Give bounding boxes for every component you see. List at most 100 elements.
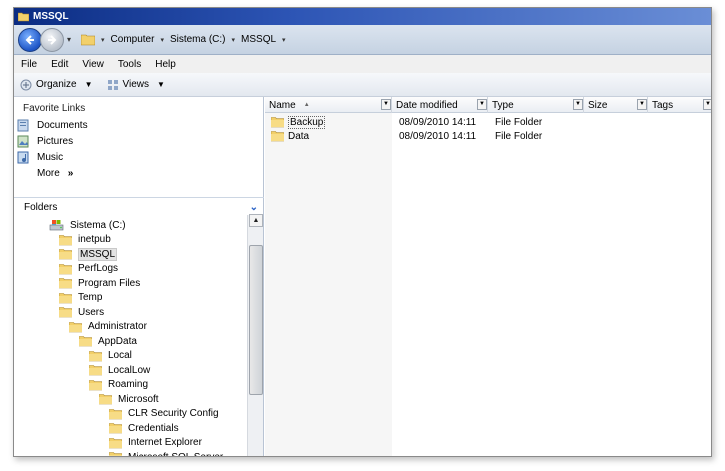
back-button[interactable] [18,27,42,52]
organize-icon [20,79,32,91]
folder-icon [109,408,122,420]
menu-file[interactable]: File [14,59,44,70]
forward-button[interactable] [40,27,64,52]
menu-bar: File Edit View Tools Help [14,55,711,73]
tree-item-label: Roaming [108,379,149,390]
tree-item[interactable]: Program Files [59,276,140,290]
chevron-down-icon[interactable]: ▼ [637,99,647,110]
folder-icon [59,263,72,275]
folder-icon [59,292,72,304]
chevron-down-icon[interactable]: ▼ [703,99,711,110]
chevron-down-icon[interactable]: ▾ [101,36,105,44]
tree-item[interactable]: Roaming [89,378,148,392]
tree-item[interactable]: Microsoft SQL Server [109,450,224,457]
tree-item[interactable]: CLR Security Config [109,407,219,421]
crumb-drive[interactable]: Sistema (C:) [170,34,226,45]
column-tags[interactable]: Tags ▼ [648,97,711,113]
explorer-window: MSSQL ▾ ▾ Computer ▾ Sistema (C:) ▾ MSSQ… [13,7,712,457]
tree-item[interactable]: Internet Explorer [109,436,202,450]
folder-tree: Sistema (C:) inetpub MSSQL PerfLogs Program … [14,217,247,457]
address-bar: ▾ ▾ Computer ▾ Sistema (C:) ▾ MSSQL ▾ [14,25,711,55]
tree-item-label: Microsoft SQL Server [128,451,224,457]
tree-item[interactable]: AppData [79,334,137,348]
chevron-down-icon[interactable]: ▾ [232,36,236,44]
tree-item[interactable]: PerfLogs [59,262,118,276]
tree-item-label: AppData [98,335,137,347]
column-name[interactable]: Name ▲ ▼ [265,97,392,113]
column-type-label: Type [492,99,514,111]
tree-item-label: LocalLow [108,364,151,376]
menu-help[interactable]: Help [148,59,183,70]
folder-icon [59,248,72,260]
folder-icon [18,11,29,22]
tree-item-label: PerfLogs [78,263,119,274]
views-button[interactable]: Views ▼ [107,79,165,91]
chevron-down-icon[interactable]: ▾ [160,36,164,44]
menu-view[interactable]: View [75,59,111,70]
tree-item[interactable]: inetpub [59,233,111,247]
file-name-cell[interactable]: Data [271,129,309,143]
column-type[interactable]: Type ▼ [488,97,584,113]
folder-icon [89,379,102,391]
title-bar: MSSQL [14,8,711,25]
chevron-down-icon: ▼ [157,80,165,89]
tree-scrollbar[interactable]: ▲ [247,214,263,456]
organize-button[interactable]: Organize ▼ [20,79,93,91]
menu-edit[interactable]: Edit [44,59,75,70]
music-icon [17,151,31,164]
arrow-left-icon [25,34,34,45]
recent-pages-dropdown[interactable]: ▾ [67,35,71,44]
column-headers: Name ▲ ▼ Date modified ▼ Type ▼ Size ▼ T… [265,97,711,113]
window-title: MSSQL [33,11,69,22]
favorite-pictures[interactable]: Pictures [17,133,88,149]
scroll-up-arrow[interactable]: ▲ [249,214,263,227]
file-name-cell[interactable]: Backup [271,115,326,129]
menu-tools[interactable]: Tools [111,59,148,70]
tree-item-label: Program Files [78,277,141,289]
tree-item-label: MSSQL [78,247,118,261]
chevron-down-icon[interactable]: ▼ [573,99,583,110]
favorite-links-heading: Favorite Links [23,103,86,114]
file-row[interactable]: Backup 08/09/2010 14:11 File Folder [265,115,711,129]
column-date-label: Date modified [396,99,458,111]
favorite-music[interactable]: Music [17,149,88,165]
tree-item-label: Microsoft [118,393,159,405]
chevron-down-icon[interactable]: ⌄ [250,202,258,213]
navigation-pane: Favorite Links Documents Pictures Music … [14,97,264,457]
tree-item[interactable]: Microsoft [99,392,159,406]
column-size-label: Size [588,99,608,111]
folder-icon [271,116,284,128]
tree-item[interactable]: Users [59,305,104,319]
folder-icon [59,277,72,289]
tree-item-label: Users [78,306,105,318]
folder-icon [89,350,102,362]
scroll-thumb[interactable] [249,245,263,395]
crumb-computer[interactable]: Computer [111,34,155,45]
column-size[interactable]: Size ▼ [584,97,648,113]
tree-item[interactable]: Temp [59,291,102,305]
chevron-down-icon[interactable]: ▼ [381,99,391,110]
favorite-more[interactable]: More » [17,165,88,181]
address-breadcrumb[interactable]: ▾ Computer ▾ Sistema (C:) ▾ MSSQL ▾ [78,30,705,50]
favorite-documents[interactable]: Documents [17,117,88,133]
tree-item-label: Credentials [128,422,179,434]
chevron-down-icon[interactable]: ▼ [477,99,487,110]
tree-item[interactable]: Sistema (C:) [49,218,126,232]
file-type: File Folder [495,130,543,142]
chevron-down-icon: ▼ [84,80,93,89]
tree-item[interactable]: Administrator [69,320,147,334]
column-date-modified[interactable]: Date modified ▼ [392,97,488,113]
folders-header[interactable]: Folders ⌄ [14,197,264,217]
tree-item[interactable]: LocalLow [89,363,150,377]
chevron-down-icon[interactable]: ▾ [282,36,286,44]
arrow-right-icon [48,34,57,45]
tree-item[interactable]: Credentials [109,421,179,435]
tree-item[interactable]: Local [89,349,132,363]
file-row[interactable]: Data 08/09/2010 14:11 File Folder [265,129,711,143]
views-label: Views [122,79,150,90]
crumb-current[interactable]: MSSQL [241,34,276,45]
file-name: Backup [288,115,326,129]
favorite-label: Pictures [37,135,74,147]
drive-icon [49,219,64,231]
tree-item[interactable]: MSSQL [59,247,118,261]
